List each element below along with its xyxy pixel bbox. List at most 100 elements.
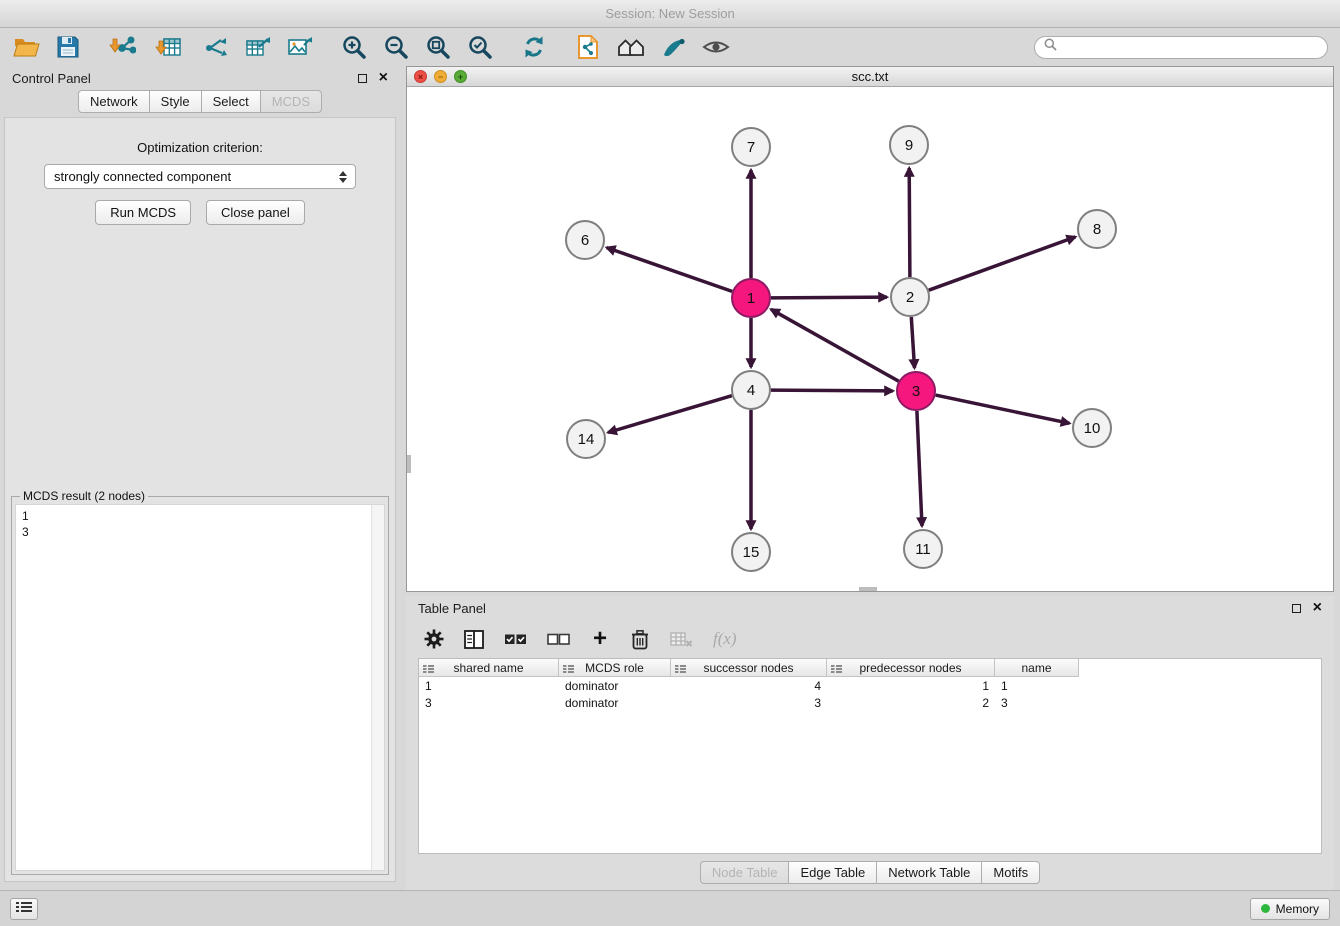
close-panel-button[interactable]: Close panel — [206, 200, 305, 225]
zoom-selected-icon[interactable] — [466, 32, 494, 62]
show-panels-button[interactable] — [10, 898, 38, 920]
table-cell[interactable]: 1 — [419, 679, 559, 693]
control-panel-title: Control Panel — [12, 71, 91, 86]
columns-icon[interactable] — [464, 627, 484, 651]
graph-node-label-15: 15 — [743, 544, 760, 561]
delete-row-icon[interactable] — [630, 627, 650, 651]
close-table-panel-icon[interactable]: × — [1313, 600, 1322, 616]
eye-icon[interactable] — [702, 32, 730, 62]
table-cell[interactable]: 1 — [995, 679, 1079, 693]
float-panel-icon[interactable] — [358, 74, 367, 83]
table-row[interactable]: 1dominator411 — [419, 677, 1321, 694]
memory-button[interactable]: Memory — [1250, 898, 1330, 920]
result-line: 3 — [22, 524, 364, 540]
network-document-icon[interactable] — [574, 32, 602, 62]
table-cell[interactable]: 3 — [995, 696, 1079, 710]
deselect-all-icon[interactable] — [547, 627, 570, 651]
zoom-out-icon[interactable] — [382, 32, 410, 62]
network-window: × − + scc.txt 7968124314101511 — [406, 66, 1334, 592]
tab-network[interactable]: Network — [78, 90, 150, 113]
tab-edge-table[interactable]: Edge Table — [788, 861, 877, 884]
graph-edge-2-8[interactable] — [929, 237, 1076, 290]
select-all-icon[interactable] — [504, 627, 527, 651]
result-scrollbar[interactable] — [371, 505, 384, 870]
graph-edge-1-2[interactable] — [771, 297, 887, 298]
graph-node-label-6: 6 — [581, 232, 589, 249]
graph-edge-3-1[interactable] — [771, 309, 899, 381]
refresh-icon[interactable] — [520, 32, 548, 62]
column-header-name[interactable]: name — [995, 659, 1079, 677]
control-panel-header: Control Panel × — [0, 66, 400, 90]
tab-mcds[interactable]: MCDS — [260, 90, 322, 113]
column-header-successor-nodes[interactable]: successor nodes — [671, 659, 827, 677]
graph-edge-4-3[interactable] — [771, 390, 893, 391]
zoom-window-icon[interactable]: + — [454, 70, 467, 83]
graph-node-label-7: 7 — [747, 139, 755, 156]
column-header-predecessor-nodes[interactable]: predecessor nodes — [827, 659, 995, 677]
column-header-icon — [563, 663, 574, 677]
graph-edge-4-14[interactable] — [608, 396, 732, 433]
graph-svg: 7968124314101511 — [407, 87, 1333, 591]
network-window-title: scc.txt — [407, 69, 1333, 84]
add-row-icon[interactable]: + — [590, 627, 610, 651]
mcds-result-box: MCDS result (2 nodes) 13 — [11, 489, 389, 875]
table-cell[interactable]: 3 — [671, 696, 827, 710]
tab-node-table[interactable]: Node Table — [700, 861, 790, 884]
zoom-fit-icon[interactable] — [424, 32, 452, 62]
run-mcds-button[interactable]: Run MCDS — [95, 200, 191, 225]
column-header-shared-name[interactable]: shared name — [419, 659, 559, 677]
application-window: Session: New Session — [0, 0, 1340, 926]
graph-edge-1-6[interactable] — [607, 248, 732, 292]
export-network-icon[interactable] — [202, 32, 230, 62]
column-header-icon — [423, 663, 434, 677]
list-icon — [16, 900, 32, 918]
save-session-icon[interactable] — [54, 32, 82, 62]
tab-style[interactable]: Style — [149, 90, 202, 113]
graph-node-label-8: 8 — [1093, 221, 1101, 238]
graph-edge-2-9[interactable] — [909, 168, 910, 277]
import-table-icon[interactable] — [154, 32, 182, 62]
table-cell[interactable]: 2 — [827, 696, 995, 710]
traffic-lights: × − + — [414, 70, 467, 83]
table-cell[interactable]: dominator — [559, 679, 671, 693]
table-panel-title: Table Panel — [418, 601, 486, 616]
table-panel: Table Panel × + — [406, 596, 1334, 890]
column-header-icon — [675, 663, 686, 677]
table-row[interactable]: 3dominator323 — [419, 694, 1321, 711]
table-cell[interactable]: dominator — [559, 696, 671, 710]
graph-edge-3-10[interactable] — [936, 395, 1070, 423]
graph-node-label-1: 1 — [747, 290, 755, 307]
export-table-icon[interactable] — [244, 32, 272, 62]
table-cell[interactable]: 4 — [671, 679, 827, 693]
minimize-window-icon[interactable]: − — [434, 70, 447, 83]
search-input[interactable] — [1063, 40, 1318, 54]
network-canvas[interactable]: 7968124314101511 — [407, 87, 1333, 591]
close-window-icon[interactable]: × — [414, 70, 427, 83]
table-cell[interactable]: 1 — [827, 679, 995, 693]
graph-edge-2-3[interactable] — [911, 317, 914, 368]
optimization-criterion-select[interactable]: strongly connected component — [44, 164, 356, 189]
export-image-icon[interactable] — [286, 32, 314, 62]
tab-select[interactable]: Select — [201, 90, 261, 113]
import-network-icon[interactable] — [108, 32, 136, 62]
column-header-mcds-role[interactable]: MCDS role — [559, 659, 671, 677]
tab-motifs[interactable]: Motifs — [981, 861, 1040, 884]
table-cell[interactable]: 3 — [419, 696, 559, 710]
gear-icon[interactable] — [424, 627, 444, 651]
table-toolbar: + f(x) — [406, 620, 1334, 658]
zoom-in-icon[interactable] — [340, 32, 368, 62]
graph-edge-3-11[interactable] — [917, 411, 922, 526]
float-table-panel-icon[interactable] — [1292, 604, 1301, 613]
close-panel-icon[interactable]: × — [379, 70, 388, 86]
graph-node-label-9: 9 — [905, 137, 913, 154]
tab-network-table[interactable]: Network Table — [876, 861, 982, 884]
column-header-icon — [831, 663, 842, 677]
open-file-icon[interactable] — [12, 32, 40, 62]
home-icon[interactable] — [616, 32, 646, 62]
window-titlebar: Session: New Session — [0, 0, 1340, 28]
vertical-scrollbar[interactable] — [407, 455, 411, 473]
horizontal-scrollbar[interactable] — [859, 587, 877, 591]
memory-status-icon — [1261, 904, 1270, 913]
table-header-row: shared name MCDS role successor nodes pr… — [419, 659, 1321, 677]
style-brush-icon[interactable] — [660, 32, 688, 62]
